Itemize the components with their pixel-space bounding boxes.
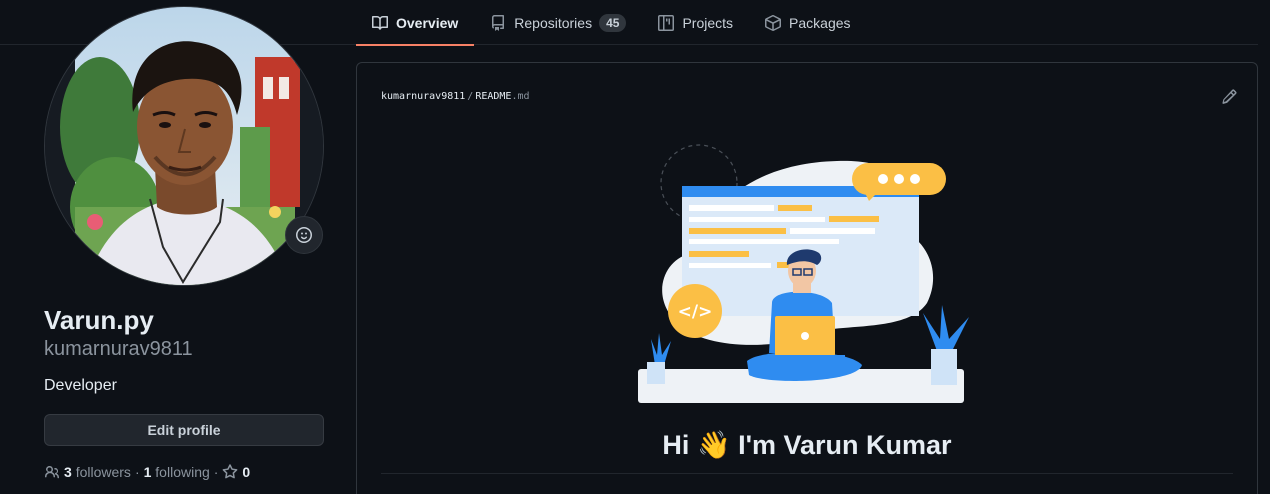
repositories-count-badge: 45 bbox=[599, 13, 627, 32]
followers-link[interactable]: 3 followers bbox=[64, 464, 131, 480]
pencil-icon bbox=[1222, 89, 1237, 104]
dot-separator: · bbox=[134, 464, 140, 480]
tab-repositories-label: Repositories bbox=[514, 14, 593, 31]
profile-username: kumarnurav9811 bbox=[44, 338, 193, 360]
tab-packages[interactable]: Packages bbox=[749, 0, 866, 45]
book-icon bbox=[372, 15, 388, 30]
greeting-before: Hi bbox=[662, 430, 690, 460]
repo-icon bbox=[492, 14, 505, 31]
following-label: following bbox=[155, 464, 210, 480]
tab-packages-label: Packages bbox=[789, 14, 851, 31]
edit-readme-button[interactable] bbox=[1221, 89, 1237, 110]
stars-link[interactable]: 0 bbox=[222, 464, 250, 480]
followers-count: 3 bbox=[64, 464, 72, 480]
readme-greeting-heading: Hi 👋 I'm Varun Kumar bbox=[357, 429, 1257, 461]
stars-count: 0 bbox=[242, 464, 251, 480]
follow-stats: 3 followers · 1 following · 0 bbox=[44, 464, 250, 480]
dot-separator: · bbox=[213, 464, 219, 480]
profile-bio: Developer bbox=[44, 377, 117, 394]
greeting-after: I'm Varun Kumar bbox=[738, 430, 952, 460]
followers-label: followers bbox=[75, 464, 131, 480]
set-status-button[interactable] bbox=[285, 216, 323, 254]
table-icon bbox=[658, 14, 675, 31]
readme-file-name[interactable]: README bbox=[475, 91, 511, 102]
readme-file-ext: .md bbox=[511, 91, 530, 102]
edit-profile-button[interactable]: Edit profile bbox=[44, 414, 324, 446]
profile-tabs: Overview Repositories 45 Projects Packag… bbox=[356, 0, 867, 46]
readme-path: kumarnurav9811/README.md bbox=[381, 91, 530, 102]
avatar-photo bbox=[45, 7, 323, 285]
star-icon bbox=[223, 464, 238, 479]
people-icon bbox=[45, 466, 59, 479]
readme-owner[interactable]: kumarnurav9811 bbox=[381, 91, 465, 102]
heading-divider bbox=[381, 473, 1233, 474]
path-separator: / bbox=[467, 91, 474, 102]
tab-overview[interactable]: Overview bbox=[356, 0, 475, 46]
avatar[interactable] bbox=[44, 6, 324, 286]
following-link[interactable]: 1 following bbox=[144, 464, 210, 480]
package-icon bbox=[765, 14, 782, 31]
tab-overview-label: Overview bbox=[396, 14, 459, 31]
profile-display-name: Varun.py bbox=[44, 305, 154, 335]
smiley-icon bbox=[296, 227, 312, 243]
following-count: 1 bbox=[143, 464, 152, 480]
readme-card: kumarnurav9811/README.md </> Hi 👋 I'm Va… bbox=[356, 62, 1258, 494]
tab-projects-label: Projects bbox=[682, 14, 734, 31]
waving-hand-icon: 👋 bbox=[696, 430, 731, 460]
developer-illustration: </> bbox=[638, 144, 969, 403]
tab-repositories[interactable]: Repositories 45 bbox=[474, 0, 642, 45]
tab-projects[interactable]: Projects bbox=[642, 0, 749, 45]
svg-text:</>: </> bbox=[678, 302, 713, 322]
